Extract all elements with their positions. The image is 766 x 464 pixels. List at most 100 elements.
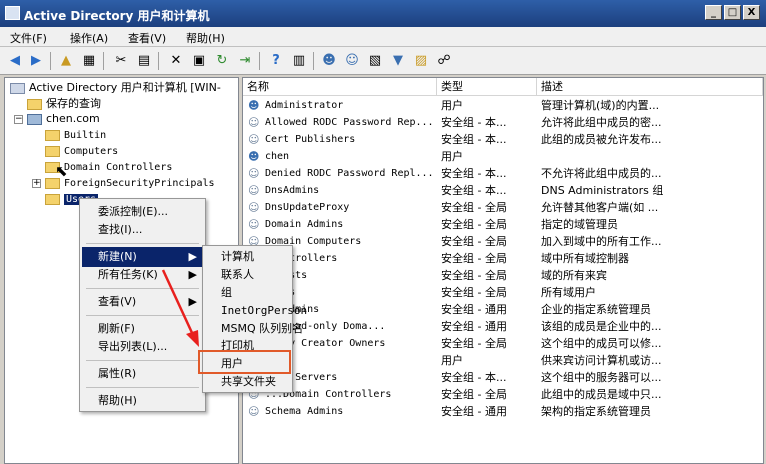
submenu-item-shared-folder[interactable]: 共享文件夹 [205, 373, 290, 391]
copy-icon[interactable]: ▤ [135, 52, 153, 70]
cell-type: 安全组 - 全局 [441, 388, 507, 401]
user-icon: ☻ [248, 150, 260, 163]
menu-item-find[interactable]: 查找(I)... [82, 220, 203, 240]
expand-icon[interactable]: + [32, 179, 41, 188]
tree-item-saved-queries[interactable]: 保存的查询 [27, 96, 101, 112]
table-row[interactable]: ☺...rs安全组 - 全局所有域用户 [243, 284, 763, 301]
tree-item-domain[interactable]: chen.com [27, 111, 100, 127]
menu-item-new[interactable]: 新建(N) ▶ [82, 247, 203, 267]
up-folder-icon[interactable]: ▲ [57, 52, 75, 70]
cell-description: 企业的指定系统管理员 [541, 303, 651, 316]
cell-type: 用户 [441, 354, 463, 367]
table-row[interactable]: ☺ Allowed RODC Password Rep... 安全组 - 本... 允… [243, 114, 763, 131]
tree-root[interactable]: Active Directory 用户和计算机 [WIN- [10, 80, 221, 96]
submenu-item-contact[interactable]: 联系人 [205, 266, 290, 284]
submenu-item-group[interactable]: 组 [205, 284, 290, 302]
cell-type: 安全组 - 全局 [441, 235, 507, 248]
table-row[interactable]: ☺...ntrollers安全组 - 全局域中所有域控制器 [243, 250, 763, 267]
submenu-item-computer[interactable]: 计算机 [205, 248, 290, 266]
table-row[interactable]: ☺...cy Creator Owners安全组 - 全局这个组中的成员可以修.… [243, 335, 763, 352]
submenu-item-msmq-alias[interactable]: MSMQ 队列别名 [205, 320, 303, 338]
menu-item-export-list[interactable]: 导出列表(L)... [82, 337, 203, 357]
menu-help[interactable]: 帮助(H) [186, 30, 225, 46]
cell-description: 允许将此组中成员的密... [541, 116, 662, 129]
menu-action[interactable]: 操作(A) [70, 30, 108, 46]
window-title: Active Directory 用户和计算机 [24, 9, 210, 23]
app-icon [5, 6, 20, 20]
menu-item-view[interactable]: 查看(V) ▶ [82, 292, 203, 312]
menu-item-properties[interactable]: 属性(R) [82, 364, 203, 384]
cell-type: 安全组 - 本... [441, 167, 507, 180]
details-list: 名称 类型 描述 ☻ Administrator 用户 管理计算机(域)的内置... ☺… [242, 77, 764, 464]
table-row[interactable]: ☺ ...Domain Controllers 安全组 - 全局 此组中的成员是域中只… [243, 386, 763, 403]
maximize-button[interactable]: □ [724, 5, 741, 20]
new-user-icon[interactable]: ☻ [320, 52, 338, 70]
collapse-icon[interactable]: − [14, 115, 23, 124]
delete-icon[interactable]: ✕ [167, 52, 185, 70]
table-row[interactable]: ☺ Domain Computers 安全组 - 全局 加入到域中的所有工作... [243, 233, 763, 250]
forward-arrow-icon[interactable]: ▶ [27, 52, 45, 70]
table-row[interactable]: ☺ Denied RODC Password Repl... 安全组 - 本... 不… [243, 165, 763, 182]
tree-item-computers[interactable]: Computers [45, 143, 118, 159]
tree-item-builtin[interactable]: Builtin [45, 127, 106, 143]
toolbar: ◀ ▶ ▲ ▦ ✂ ▤ ✕ ▣ ↻ ⇥ ? ▥ ☻ ☺ ▧ ▼ ▨ ☍ [0, 47, 766, 75]
table-row[interactable]: ☺ Schema Admins 安全组 - 通用 架构的指定系统管理员 [243, 403, 763, 420]
toolbar-separator [313, 52, 314, 70]
show-hide-icon[interactable]: ▥ [290, 52, 308, 70]
table-row[interactable]: ☺ DnsAdmins 安全组 - 本... DNS Administrators 组 [243, 182, 763, 199]
help-icon[interactable]: ? [267, 52, 285, 70]
toolbar-separator [158, 52, 159, 70]
cut-icon[interactable]: ✂ [112, 52, 130, 70]
menu-file[interactable]: 文件(F) [10, 30, 47, 46]
cell-type: 安全组 - 本... [441, 371, 507, 384]
cell-description: 该组的成员是企业中的... [541, 320, 662, 333]
menu-item-refresh[interactable]: 刷新(F) [82, 319, 203, 339]
filter-icon[interactable]: ▼ [389, 52, 407, 70]
table-row[interactable]: ☺ Domain Admins 安全组 - 全局 指定的域管理员 [243, 216, 763, 233]
folder-icon [27, 98, 42, 110]
cell-description: 供来宾访问计算机或访... [541, 354, 662, 367]
menu-item-delegate-control[interactable]: 委派控制(E)... [82, 202, 203, 222]
table-row[interactable]: ☺...ests安全组 - 全局域的所有来宾 [243, 267, 763, 284]
find-icon[interactable]: ▨ [412, 52, 430, 70]
menu-item-view-label: 查看(V) [98, 295, 137, 308]
refresh-icon[interactable]: ↻ [213, 52, 231, 70]
column-header-name[interactable]: 名称 [243, 78, 437, 96]
properties-icon[interactable]: ▣ [190, 52, 208, 70]
menu-item-all-tasks[interactable]: 所有任务(K) ▶ [82, 265, 203, 285]
column-header-type[interactable]: 类型 [437, 78, 537, 96]
new-ou-icon[interactable]: ▧ [366, 52, 384, 70]
group-icon: ☺ [248, 201, 260, 214]
submenu-arrow-icon: ▶ [188, 250, 197, 263]
table-row[interactable]: ☺...Admins安全组 - 通用企业的指定系统管理员 [243, 301, 763, 318]
export-icon[interactable]: ⇥ [236, 52, 254, 70]
table-row[interactable]: ☺ DnsUpdateProxy 安全组 - 全局 允许替其他客户端(如 ... [243, 199, 763, 216]
cell-description: 管理计算机(域)的内置... [541, 99, 660, 112]
menu-separator [86, 360, 199, 361]
close-button[interactable]: X [743, 5, 760, 20]
cell-name: Schema Admins [265, 406, 344, 417]
column-header-description[interactable]: 描述 [537, 78, 763, 96]
table-row[interactable]: ☻ Administrator 用户 管理计算机(域)的内置... [243, 97, 763, 114]
table-row[interactable]: ☺...S Servers安全组 - 本...这个组中的服务器可以... [243, 369, 763, 386]
title-bar: Active Directory 用户和计算机 _ □ X [0, 0, 766, 27]
cell-name: DnsAdmins [265, 185, 320, 196]
table-row[interactable]: ☺...Read-only Doma...安全组 - 通用该组的成员是企业中的.… [243, 318, 763, 335]
table-row[interactable]: ☺ Cert Publishers 安全组 - 本... 此组的成员被允许发布... [243, 131, 763, 148]
group-icon: ☺ [248, 218, 260, 231]
cell-description: 域中所有域控制器 [541, 252, 629, 265]
submenu-item-inetorgperson[interactable]: InetOrgPerson [205, 302, 307, 320]
minimize-button[interactable]: _ [705, 5, 722, 20]
add-to-group-icon[interactable]: ☍ [435, 52, 453, 70]
cell-description: 此组中的成员是域中只... [541, 388, 662, 401]
table-row[interactable]: ☻ chen 用户 [243, 148, 763, 165]
menu-separator [86, 315, 199, 316]
table-row[interactable]: ☻用户供来宾访问计算机或访... [243, 352, 763, 369]
tree-item-foreign-security-principals[interactable]: ForeignSecurityPrincipals [45, 175, 215, 191]
new-group-icon[interactable]: ☺ [343, 52, 361, 70]
back-arrow-icon[interactable]: ◀ [6, 52, 24, 70]
menu-item-help[interactable]: 帮助(H) [82, 391, 203, 411]
menu-view[interactable]: 查看(V) [128, 30, 166, 46]
cell-name: Denied RODC Password Repl... [265, 168, 434, 179]
console-tree-icon[interactable]: ▦ [80, 52, 98, 70]
